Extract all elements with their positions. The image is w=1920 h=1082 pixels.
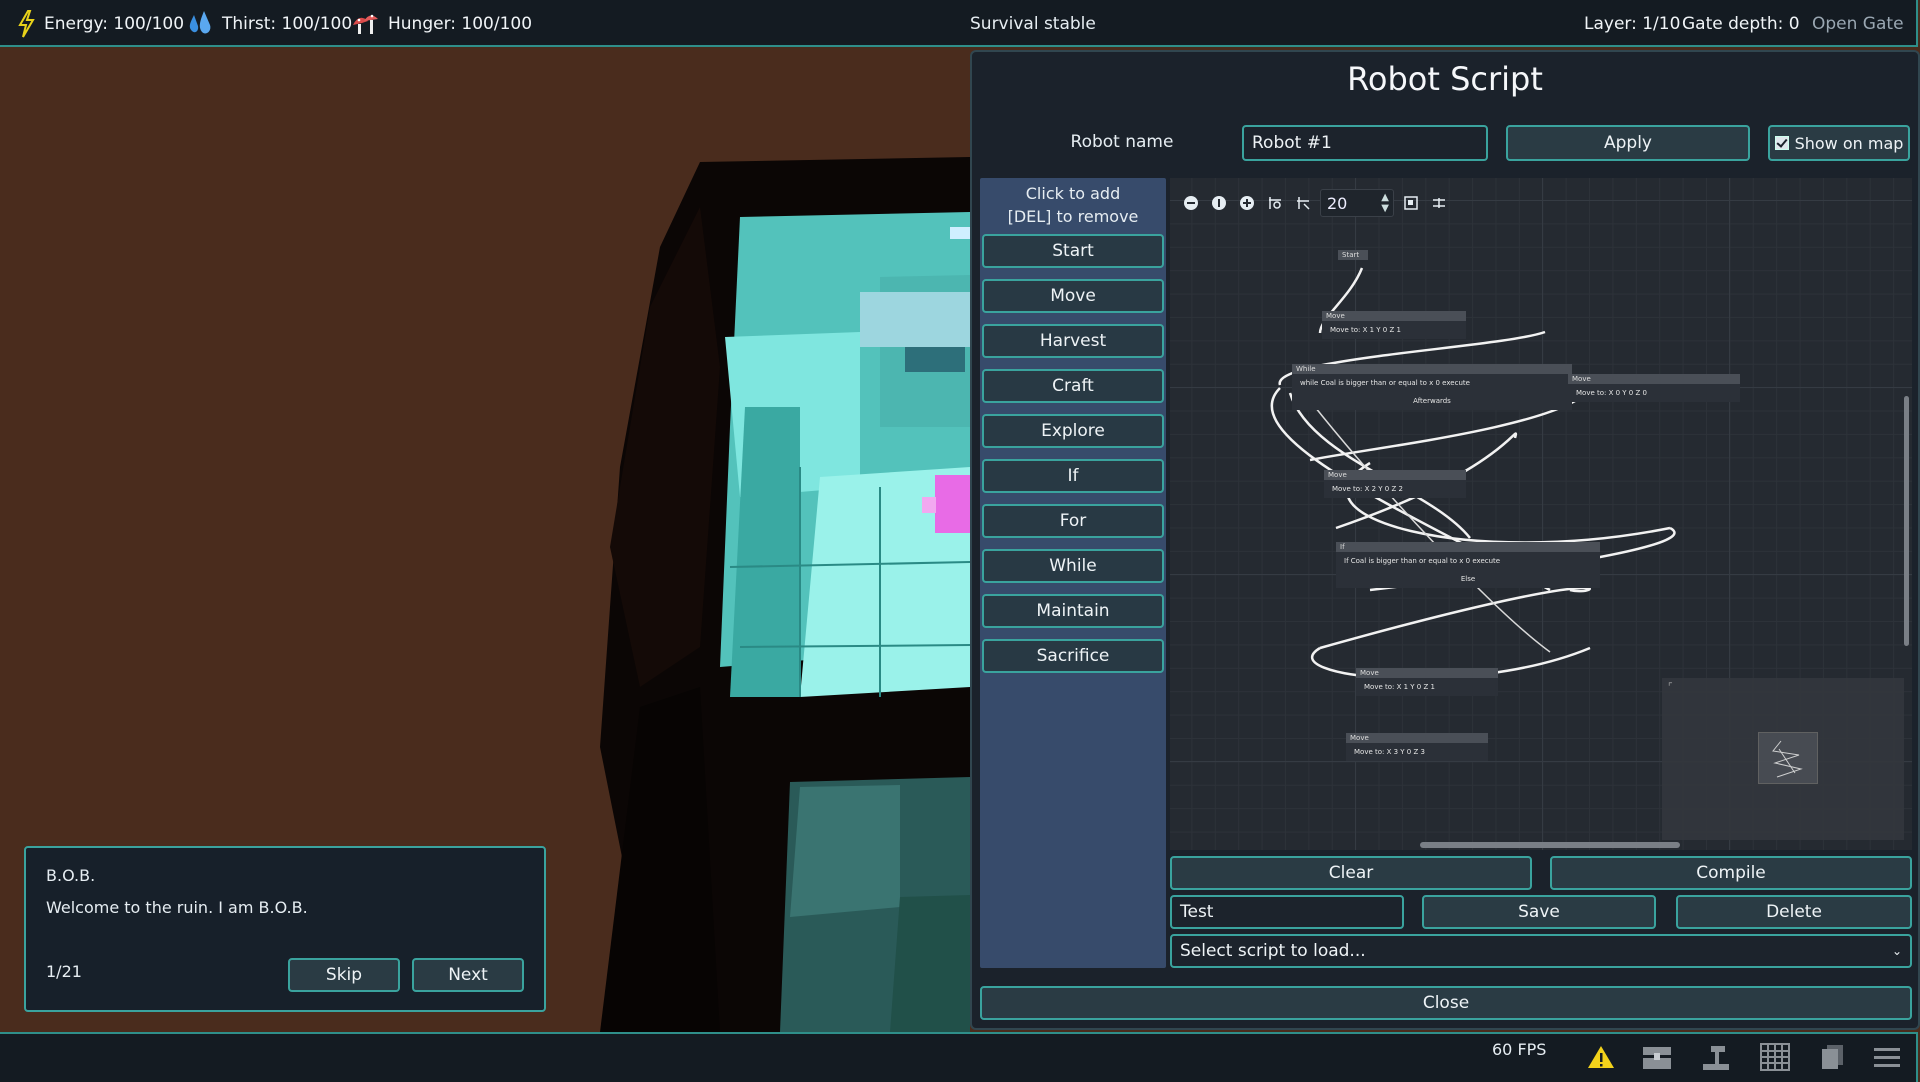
show-on-map-label: Show on map [1794,133,1904,153]
palette-explore-button[interactable]: Explore [982,414,1164,448]
node-body[interactable]: Move to: X 0 Y 0 Z 0 [1568,384,1740,402]
script-name-input[interactable]: Test [1170,895,1404,929]
graph-node-move-2[interactable]: Move Move to: X 2 Y 0 Z 2 [1324,470,1466,498]
graph-node-move-right[interactable]: Move Move to: X 0 Y 0 Z 0 [1568,374,1740,402]
script-graph-editor[interactable]: 20 ▲ ▼ Start Move Move to: X 1 Y 0 Z 1 W… [1170,178,1912,850]
dialog-text: Welcome to the ruin. I am B.O.B. [46,898,308,917]
palette-craft-button[interactable]: Craft [982,369,1164,403]
node-title: Move [1346,733,1488,743]
script-select-value: Select script to load... [1180,941,1366,961]
palette-if-button[interactable]: If [982,459,1164,493]
graph-vertical-scrollbar[interactable] [1904,396,1909,646]
lightning-icon [18,9,35,38]
palette-hint-line1: Click to add [1025,184,1121,203]
show-on-map-toggle[interactable]: Show on map [1768,125,1910,161]
thirst-text: Thirst: 100/100 [222,13,353,34]
node-title: Start [1338,250,1368,260]
thirst-stat: Thirst: 100/100 [186,0,352,47]
palette-start-button[interactable]: Start [982,234,1164,268]
checkbox-checked-icon[interactable] [1774,136,1789,150]
panel-title: Robot Script [1347,60,1543,98]
save-button[interactable]: Save [1422,895,1656,929]
menu-icon[interactable] [1870,1040,1904,1074]
palette-move-button[interactable]: Move [982,279,1164,313]
node-body[interactable]: while Coal is bigger than or equal to x … [1292,374,1572,392]
gate-depth-indicator: Gate depth: 0 [1682,13,1800,34]
hunger-text: Hunger: 100/100 [388,13,533,34]
survival-status: Survival stable [970,13,1096,34]
open-gate-button[interactable]: Open Gate [1812,0,1904,47]
script-load-select[interactable]: Select script to load... ⌄ [1170,934,1912,968]
palette-harvest-button[interactable]: Harvest [982,324,1164,358]
warning-icon[interactable] [1584,1040,1618,1074]
dialog-speaker: B.O.B. [46,866,96,885]
graph-node-move-1[interactable]: Move Move to: X 1 Y 0 Z 1 [1322,311,1466,339]
node-title: Move [1568,374,1740,384]
node-title: Move [1356,668,1498,678]
grid-icon[interactable] [1758,1040,1792,1074]
delete-button[interactable]: Delete [1676,895,1912,929]
minimap-viewport[interactable] [1758,732,1818,784]
minimap-resize-icon[interactable]: ⌜ [1668,682,1673,693]
clear-button[interactable]: Clear [1170,856,1532,890]
water-drops-icon [189,10,211,33]
node-title: Move [1324,470,1466,480]
compile-button[interactable]: Compile [1550,856,1912,890]
node-body[interactable]: If Coal is bigger than or equal to x 0 e… [1336,552,1600,570]
palette-sacrifice-button[interactable]: Sacrifice [982,639,1164,673]
palette-hint: Click to add [DEL] to remove [980,182,1166,228]
close-button[interactable]: Close [980,986,1912,1020]
palette-while-button[interactable]: While [982,549,1164,583]
robot-name-label: Robot name [1070,132,1174,152]
palette-for-button[interactable]: For [982,504,1164,538]
node-branch-label: Afterwards [1292,392,1572,410]
node-body[interactable]: Move to: X 2 Y 0 Z 2 [1324,480,1466,498]
node-body[interactable]: Move to: X 1 Y 0 Z 1 [1322,321,1466,339]
apply-button[interactable]: Apply [1506,125,1750,161]
node-title: While [1292,364,1572,374]
graph-node-start[interactable]: Start [1338,250,1368,260]
hammer-icon[interactable] [1700,1040,1734,1074]
mushroom-icon [353,14,378,34]
dialog-page-counter: 1/21 [46,962,82,981]
node-palette: Click to add [DEL] to remove Start Move … [980,178,1166,968]
fps-counter: 60 FPS [1492,1040,1547,1059]
cards-icon[interactable] [1816,1040,1850,1074]
hunger-stat: Hunger: 100/100 [350,0,532,47]
graph-node-move-4[interactable]: Move Move to: X 3 Y 0 Z 3 [1346,733,1488,761]
graph-node-if[interactable]: If If Coal is bigger than or equal to x … [1336,542,1600,588]
node-title: If [1336,542,1600,552]
node-branch-label: Else [1336,570,1600,588]
skip-button[interactable]: Skip [288,958,400,992]
node-body[interactable]: Move to: X 3 Y 0 Z 3 [1346,743,1488,761]
bottom-bar [0,1032,1918,1082]
graph-node-while[interactable]: While while Coal is bigger than or equal… [1292,364,1572,410]
minimap-preview [1772,740,1803,778]
robot-script-panel: Robot Script Robot name Apply Show on ma… [970,50,1920,1030]
node-body[interactable]: Move to: X 1 Y 0 Z 1 [1356,678,1498,696]
chest-icon[interactable] [1640,1040,1674,1074]
palette-hint-line2: [DEL] to remove [1007,207,1139,226]
robot-name-input[interactable] [1242,125,1488,161]
next-button[interactable]: Next [412,958,524,992]
chevron-down-icon: ⌄ [1891,944,1902,958]
graph-horizontal-scrollbar[interactable] [1420,842,1680,848]
layer-indicator: Layer: 1/10 [1584,13,1681,34]
graph-node-move-3[interactable]: Move Move to: X 1 Y 0 Z 1 [1356,668,1498,696]
palette-maintain-button[interactable]: Maintain [982,594,1164,628]
energy-stat: Energy: 100/100 [16,0,184,47]
graph-minimap[interactable]: ⌜ [1662,678,1904,840]
energy-text: Energy: 100/100 [44,13,185,34]
npc-dialog: B.O.B. Welcome to the ruin. I am B.O.B. … [24,846,546,1012]
node-title: Move [1322,311,1466,321]
